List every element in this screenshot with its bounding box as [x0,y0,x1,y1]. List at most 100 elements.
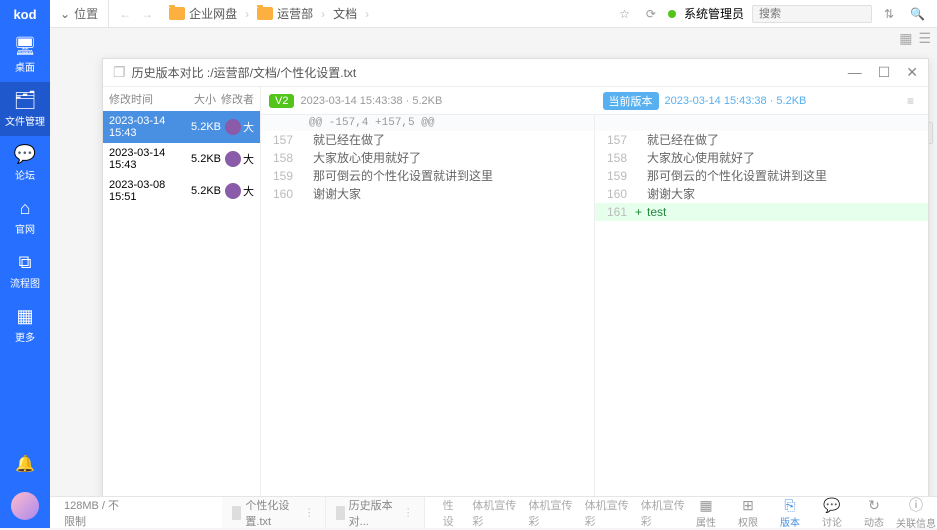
tab-menu-icon[interactable]: ⋮ [403,506,414,519]
breadcrumb-item[interactable]: 文档 [327,3,363,24]
side-icon: ▦ [16,306,33,327]
code-line: 159 那可倒云的个性化设置就讲到这里 [595,167,928,185]
side-label: 桌面 [15,59,35,74]
side-icon: 🗂 [14,90,37,111]
bell-icon[interactable]: 🔔 [5,444,45,484]
bg-text: 体机宣传彩 [528,497,572,529]
file-tab[interactable]: 个性化设置.txt⋮ [222,497,325,528]
avatar [225,151,241,167]
file-icon [232,506,241,520]
bottom-panel-讨论[interactable]: 💬讨论 [811,497,853,528]
file-icon [336,506,345,520]
sidebar: kod 🖥 桌面 🗂 文件管理 💬 论坛 ⌂官网 ⧉ 流程图 ▦ 更多 🔔 [0,0,50,528]
bottom-panel-动态[interactable]: ↻动态 [853,497,895,528]
diff-pane-left: @@ -157,4 +157,5 @@ 157 就已经在做了158 大家放心使用… [261,115,594,519]
breadcrumb-item[interactable]: 运营部 [251,3,319,24]
forward-icon[interactable]: → [141,7,153,21]
side-icon: 💬 [14,144,36,165]
user-label[interactable]: 系统管理员 [684,5,744,22]
sidebar-item-5[interactable]: ▦ 更多 [0,298,50,352]
version-row[interactable]: 2023-03-14 15:435.2KB大 [103,111,260,143]
diff-info: 2023-03-14 15:43:38 · 5.2KB [300,95,442,107]
diff-pane-right: 157 就已经在做了158 大家放心使用就好了159 那可倒云的个性化设置就讲到… [594,115,928,519]
bg-text: 性设 [443,497,461,529]
breadcrumb-sep: › [365,7,369,21]
panel-icon: 💬 [823,497,840,514]
search-input[interactable] [752,5,872,23]
sidebar-item-3[interactable]: ⌂官网 [0,190,50,244]
hunk-header [595,115,928,131]
sidebar-item-2[interactable]: 💬 论坛 [0,136,50,190]
col-size: 大小 [182,91,216,107]
grid-view-icon[interactable]: ▦ [899,30,912,47]
avatar [225,183,241,199]
diff-settings-icon[interactable]: ≡ [901,94,920,108]
side-label: 官网 [15,221,35,236]
tab-menu-icon[interactable]: ⋮ [304,506,315,519]
bottom-panel-权限[interactable]: ⊞权限 [727,497,769,528]
minimize-icon[interactable]: — [848,64,862,81]
side-label: 文件管理 [5,113,45,128]
breadcrumb-sep: › [321,7,325,21]
breadcrumb-sep: › [245,7,249,21]
folder-icon [257,7,273,20]
diff-head-left: V2 2023-03-14 15:43:38 · 5.2KB [261,87,595,114]
bottom-panel-版本[interactable]: ⎘版本 [769,497,811,528]
star-icon[interactable]: ☆ [615,7,634,21]
side-label: 论坛 [15,167,35,182]
avatar[interactable] [11,492,39,520]
side-label: 更多 [15,329,35,344]
code-line: 160 谢谢大家 [595,185,928,203]
bg-text: 体机宣传彩 [585,497,629,529]
code-line: 159 那可倒云的个性化设置就讲到这里 [261,167,594,185]
sidebar-item-0[interactable]: 🖥 桌面 [0,28,50,82]
hunk-header: @@ -157,4 +157,5 @@ [261,115,594,131]
panel-icon: ⊞ [742,497,754,514]
version-row[interactable]: 2023-03-14 15:435.2KB大 [103,143,260,175]
filter-icon[interactable]: ⇅ [880,7,898,21]
refresh-icon[interactable]: ⟳ [642,7,660,21]
current-badge: 当前版本 [603,92,659,110]
search-icon[interactable]: 🔍 [906,7,929,21]
list-view-icon[interactable]: ☰ [918,30,931,47]
file-tab[interactable]: 历史版本对...⋮ [326,497,425,528]
diff-head-right: 当前版本 2023-03-14 15:43:38 · 5.2KB ≡ [595,87,929,114]
panel-icon: ⎘ [784,497,795,514]
side-label: 流程图 [10,275,40,290]
col-user: 修改者 [216,91,254,107]
location-button[interactable]: ⌄ 位置 [50,0,109,27]
version-badge: V2 [269,94,294,108]
maximize-icon[interactable]: ☐ [878,64,891,81]
close-icon[interactable]: ✕ [906,64,918,81]
diff-info: 2023-03-14 15:43:38 · 5.2KB [665,95,807,107]
sidebar-item-4[interactable]: ⧉ 流程图 [0,244,50,298]
history-diff-modal: ❐ 历史版本对比 :/运营部/文档/个性化设置.txt — ☐ ✕ 修改时间 大… [102,58,929,520]
storage-status: 128MB / 不限制 [50,497,142,529]
code-line: 157 就已经在做了 [595,131,928,149]
bottom-panel-关联信息[interactable]: ⓘ关联信息 [895,497,937,528]
modal-titlebar: ❐ 历史版本对比 :/运营部/文档/个性化设置.txt — ☐ ✕ [103,59,928,87]
avatar [225,119,241,135]
code-line: 160 谢谢大家 [261,185,594,203]
sidebar-item-1[interactable]: 🗂 文件管理 [0,82,50,136]
panel-icon: ↻ [868,497,880,514]
bottom-bar: 128MB / 不限制 个性化设置.txt⋮历史版本对...⋮ 性设体机宣传彩体… [50,496,937,528]
bottom-panel-属性[interactable]: ▦属性 [685,497,727,528]
panel-icon: ⓘ [909,495,923,515]
side-icon: 🖥 [14,36,37,57]
breadcrumb-item[interactable]: 企业网盘 [163,3,243,24]
file-tabs: 个性化设置.txt⋮历史版本对...⋮ [222,497,424,528]
version-list: 修改时间 大小 修改者 2023-03-14 15:435.2KB大2023-0… [103,87,261,519]
chevron-down-icon: ⌄ [60,7,70,21]
nav-arrows: ← → [109,7,163,21]
modal-title-text: 历史版本对比 :/运营部/文档/个性化设置.txt [132,64,357,81]
logo: kod [0,0,50,28]
version-row[interactable]: 2023-03-08 15:515.2KB大 [103,175,260,207]
code-line: 158 大家放心使用就好了 [261,149,594,167]
code-line: 161+test [595,203,928,221]
window-icon: ❐ [113,64,126,81]
bg-text: 体机宣传彩 [472,497,516,529]
side-icon: ⧉ [19,252,32,273]
location-label: 位置 [74,5,98,22]
back-icon[interactable]: ← [119,7,131,21]
